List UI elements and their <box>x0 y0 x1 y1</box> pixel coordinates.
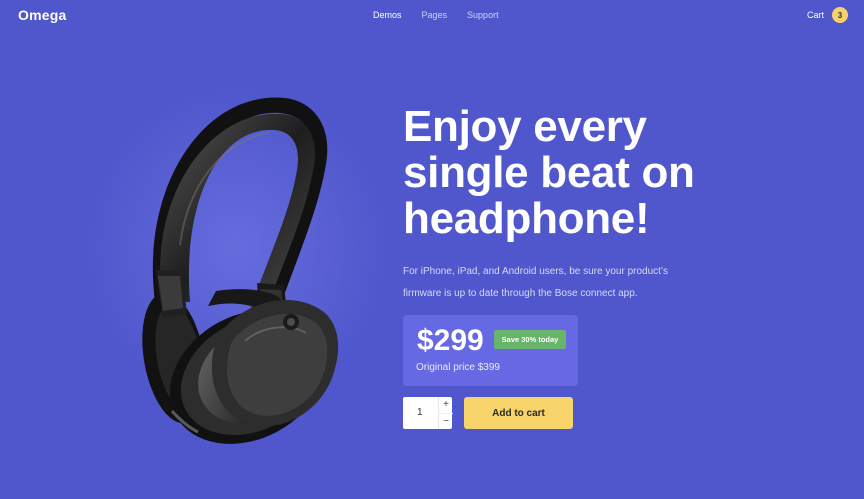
nav-link-support[interactable]: Support <box>467 10 499 20</box>
description-line-1: For iPhone, iPad, and Android users, be … <box>403 266 668 277</box>
current-price: $299 <box>417 324 484 357</box>
price-card: $299 Save 30% today Original price $399 <box>403 315 578 386</box>
hero-headline: Enjoy every single beat on headphone! <box>403 104 763 242</box>
original-price: Original price $399 <box>416 362 500 373</box>
product-description: For iPhone, iPad, and Android users, be … <box>403 261 733 305</box>
quantity-increase-button[interactable]: + <box>439 397 453 414</box>
site-header: Omega Demos Pages Support Cart 3 <box>0 0 864 32</box>
headline-line-3: headphone! <box>403 194 650 243</box>
nav-link-pages[interactable]: Pages <box>422 10 448 20</box>
quantity-stepper[interactable]: 1 + − <box>403 397 453 429</box>
headline-line-2: single beat on <box>403 148 695 197</box>
quantity-controls: + − <box>438 397 453 429</box>
cart-label: Cart <box>806 10 824 20</box>
headphone-product-image <box>142 97 339 444</box>
logo[interactable]: Omega <box>18 7 66 23</box>
save-badge: Save 30% today <box>494 330 566 349</box>
cart-link[interactable]: Cart 3 <box>807 7 848 23</box>
add-to-cart-button[interactable]: Add to cart <box>464 397 573 429</box>
main-nav: Demos Pages Support <box>373 10 499 20</box>
quantity-value[interactable]: 1 <box>417 407 423 418</box>
description-line-2: firmware is up to date through the Bose … <box>403 288 638 299</box>
cart-count-badge: 3 <box>832 7 848 23</box>
headline-line-1: Enjoy every <box>403 102 647 151</box>
nav-link-demos[interactable]: Demos <box>373 10 402 20</box>
quantity-decrease-button[interactable]: − <box>439 414 453 430</box>
